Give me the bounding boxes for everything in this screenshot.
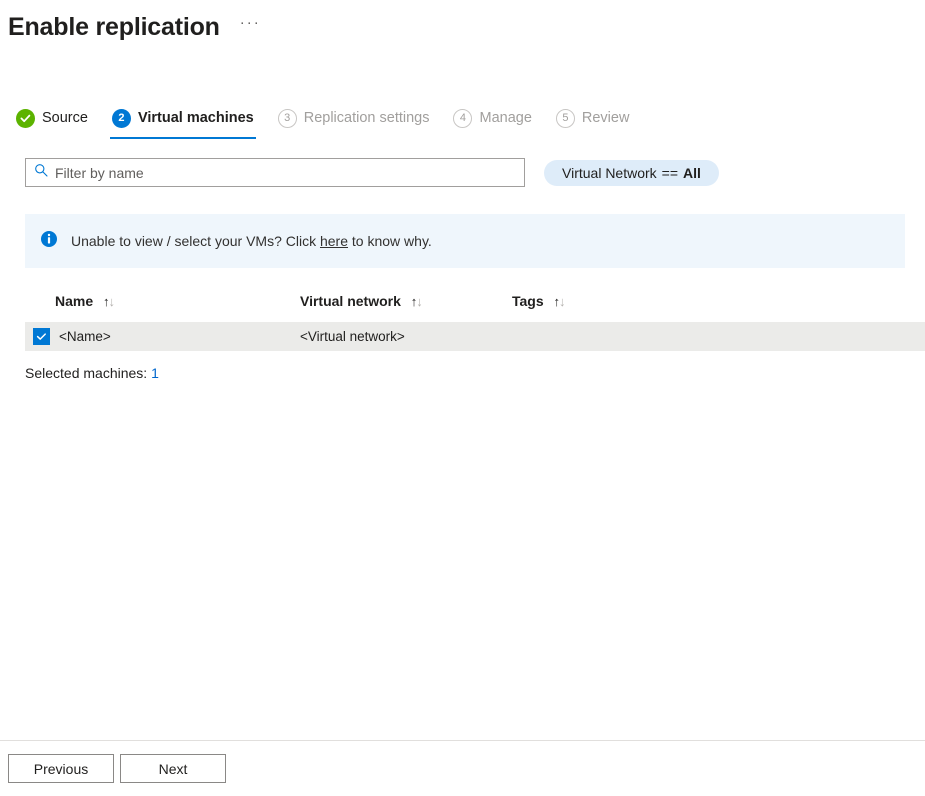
column-header-virtual-network-label: Virtual network <box>300 293 401 309</box>
step-number-badge: 2 <box>112 109 131 128</box>
tab-virtual-machines[interactable]: 2 Virtual machines <box>110 101 256 135</box>
vm-table-body: <Name> <Virtual network> <box>25 322 925 351</box>
cell-tags <box>512 322 925 351</box>
tab-review-label: Review <box>582 110 630 126</box>
tab-review[interactable]: 5 Review <box>554 101 632 135</box>
next-button[interactable]: Next <box>120 754 226 783</box>
page-title: Enable replication <box>8 12 220 42</box>
wizard-footer: Previous Next <box>0 740 925 796</box>
filter-toolbar: Virtual Network == All <box>0 158 925 187</box>
table-header-row: Name ↑↓ Virtual network ↑↓ Tags ↑↓ <box>25 293 925 322</box>
sort-arrows-icon[interactable]: ↑↓ <box>554 294 565 309</box>
search-input[interactable] <box>55 165 516 181</box>
info-circle-icon <box>40 230 58 253</box>
vm-table-container: Name ↑↓ Virtual network ↑↓ Tags ↑↓ <box>0 293 925 351</box>
tab-manage[interactable]: 4 Manage <box>451 101 533 135</box>
sort-arrows-icon[interactable]: ↑↓ <box>103 294 114 309</box>
previous-button[interactable]: Previous <box>8 754 114 783</box>
tab-source[interactable]: Source <box>14 101 90 135</box>
filter-pill-operator: == <box>662 165 678 181</box>
column-header-name[interactable]: Name ↑↓ <box>25 293 300 322</box>
info-banner-text-after: to know why. <box>352 233 432 249</box>
filter-pill-value: All <box>683 165 701 181</box>
filter-pill-field: Virtual Network <box>562 165 657 181</box>
virtual-network-filter-pill[interactable]: Virtual Network == All <box>544 160 719 186</box>
selected-machines-label: Selected machines: <box>25 365 147 381</box>
selected-machines-count[interactable]: 1 <box>151 365 159 381</box>
check-circle-icon <box>16 109 35 128</box>
search-icon <box>34 163 48 182</box>
info-banner-text: Unable to view / select your VMs? Click … <box>71 233 432 249</box>
column-header-name-label: Name <box>55 293 93 309</box>
row-name-value: <Name> <box>59 329 111 344</box>
more-options-icon[interactable]: ··· <box>240 18 261 36</box>
vm-table: Name ↑↓ Virtual network ↑↓ Tags ↑↓ <box>25 293 925 351</box>
column-header-virtual-network[interactable]: Virtual network ↑↓ <box>300 293 512 322</box>
tab-replication-settings-label: Replication settings <box>304 110 430 126</box>
cell-name: <Name> <box>25 322 300 351</box>
step-number-badge: 4 <box>453 109 472 128</box>
column-header-tags-label: Tags <box>512 293 544 309</box>
column-header-tags[interactable]: Tags ↑↓ <box>512 293 925 322</box>
row-checkbox[interactable] <box>33 328 50 345</box>
selected-machines-summary: Selected machines: 1 <box>25 365 925 381</box>
info-banner-text-before: Unable to view / select your VMs? Click <box>71 233 316 249</box>
tab-manage-label: Manage <box>479 110 531 126</box>
cell-virtual-network: <Virtual network> <box>300 322 512 351</box>
wizard-tab-list: Source 2 Virtual machines 3 Replication … <box>0 101 925 137</box>
step-number-badge: 5 <box>556 109 575 128</box>
search-box[interactable] <box>25 158 525 187</box>
step-number-badge: 3 <box>278 109 297 128</box>
tab-virtual-machines-label: Virtual machines <box>138 110 254 126</box>
info-banner: Unable to view / select your VMs? Click … <box>25 214 905 268</box>
info-banner-link[interactable]: here <box>320 233 348 249</box>
tab-source-label: Source <box>42 110 88 126</box>
table-row[interactable]: <Name> <Virtual network> <box>25 322 925 351</box>
sort-arrows-icon[interactable]: ↑↓ <box>411 294 422 309</box>
tab-replication-settings[interactable]: 3 Replication settings <box>276 101 432 135</box>
page-header: Enable replication ··· <box>0 0 925 44</box>
vm-table-header: Name ↑↓ Virtual network ↑↓ Tags ↑↓ <box>25 293 925 322</box>
